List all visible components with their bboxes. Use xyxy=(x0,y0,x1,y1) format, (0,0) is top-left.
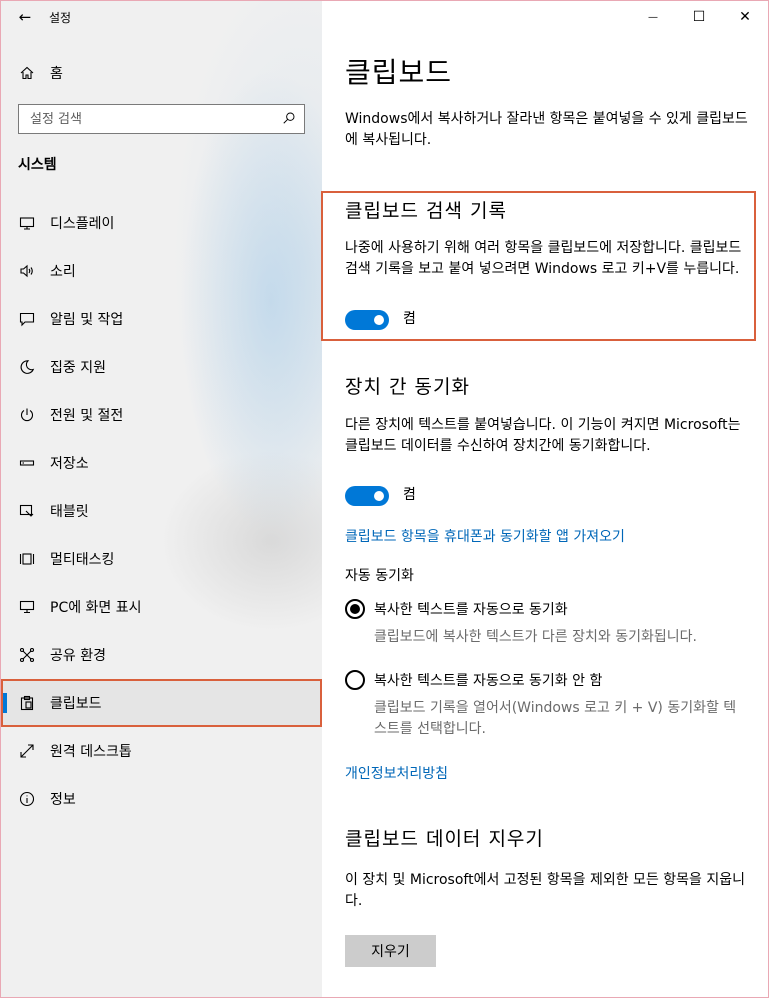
sidebar-item-shared[interactable]: 공유 환경 xyxy=(1,631,322,679)
sidebar-item-sound[interactable]: 소리 xyxy=(1,247,322,295)
sidebar-item-label: PC에 화면 표시 xyxy=(50,600,142,616)
sync-description: 다른 장치에 텍스트를 붙여넣습니다. 이 기능이 켜지면 Microsoft는… xyxy=(345,417,741,454)
sidebar-item-label: 저장소 xyxy=(50,456,89,472)
close-button[interactable]: ✕ xyxy=(722,1,768,33)
search-input[interactable] xyxy=(30,111,270,127)
sync-toggle-label: 켬 xyxy=(403,487,416,503)
close-icon: ✕ xyxy=(739,9,751,25)
sound-icon xyxy=(18,263,36,279)
history-heading: 클립보드 검색 기록 xyxy=(345,200,507,222)
info-icon xyxy=(18,791,36,807)
sidebar-item-label: 디스플레이 xyxy=(50,216,115,232)
title-bar: ← 설정 xyxy=(1,1,322,33)
sidebar-item-display[interactable]: 디스플레이 xyxy=(1,199,322,247)
search-box[interactable] xyxy=(18,104,305,134)
sync-toggle[interactable] xyxy=(345,485,389,506)
window-controls: — ☐ ✕ xyxy=(630,1,768,33)
clipboard-icon xyxy=(18,695,36,711)
window-title: 설정 xyxy=(49,10,72,25)
privacy-link[interactable]: 개인정보처리방침 xyxy=(345,763,448,783)
minimize-icon: — xyxy=(648,11,658,23)
sidebar-item-notifications[interactable]: 알림 및 작업 xyxy=(1,295,322,343)
sidebar-item-storage[interactable]: 저장소 xyxy=(1,439,322,487)
sidebar-item-home[interactable]: 홈 xyxy=(1,55,322,91)
auto-sync-on-radio[interactable] xyxy=(345,599,365,619)
auto-sync-off-option[interactable]: 복사한 텍스트를 자동으로 동기화 안 함 xyxy=(345,670,602,690)
storage-icon xyxy=(18,455,36,471)
shared-experience-icon xyxy=(18,647,36,663)
remote-desktop-icon xyxy=(18,743,36,759)
auto-sync-on-label: 복사한 텍스트를 자동으로 동기화 xyxy=(374,602,568,618)
sidebar-item-focus-assist[interactable]: 집중 지원 xyxy=(1,343,322,391)
notification-icon xyxy=(18,311,36,327)
back-button[interactable]: ← xyxy=(1,1,49,33)
sync-toggle-row: 켬 xyxy=(345,485,416,506)
sidebar-item-label: 소리 xyxy=(50,264,76,280)
get-phone-app-link[interactable]: 클립보드 항목을 휴대폰과 동기화할 앱 가져오기 xyxy=(345,526,625,546)
moon-icon xyxy=(18,359,36,375)
history-toggle[interactable] xyxy=(345,309,389,330)
auto-sync-off-label: 복사한 텍스트를 자동으로 동기화 안 함 xyxy=(374,673,603,689)
auto-sync-off-description: 클립보드 기록을 열어서(Windows 로고 키 + V) 동기화할 텍스트를… xyxy=(374,700,737,737)
auto-sync-label: 자동 동기화 xyxy=(345,568,414,584)
search-icon[interactable] xyxy=(282,110,296,129)
sidebar-item-label: 원격 데스크톱 xyxy=(50,744,132,760)
sidebar-item-remote-desktop[interactable]: 원격 데스크톱 xyxy=(1,727,322,775)
auto-sync-off-radio[interactable] xyxy=(345,670,365,690)
multitasking-icon xyxy=(18,551,36,567)
sidebar-item-label: 멀티태스킹 xyxy=(50,552,115,568)
sidebar-item-label: 태블릿 xyxy=(50,504,89,520)
intro-text: Windows에서 복사하거나 잘라낸 항목은 붙여넣을 수 있게 클립보드에 … xyxy=(345,111,748,148)
auto-sync-on-description: 클립보드에 복사한 텍스트가 다른 장치와 동기화됩니다. xyxy=(374,629,697,645)
maximize-icon: ☐ xyxy=(692,9,706,25)
sidebar: ← 설정 홈 시스템 디스플레이 xyxy=(1,1,322,997)
history-toggle-row: 켬 xyxy=(345,309,416,330)
sidebar-item-label: 공유 환경 xyxy=(50,648,106,664)
history-toggle-label: 켬 xyxy=(403,311,416,327)
sidebar-item-multitasking[interactable]: 멀티태스킹 xyxy=(1,535,322,583)
sidebar-nav: 디스플레이 소리 알림 및 작업 집중 지원 전원 및 절전 저장소 태블릿 멀… xyxy=(1,199,322,823)
sidebar-item-label: 집중 지원 xyxy=(50,360,106,376)
auto-sync-on-option[interactable]: 복사한 텍스트를 자동으로 동기화 xyxy=(345,599,568,619)
sidebar-item-label: 정보 xyxy=(50,792,76,808)
history-description: 나중에 사용하기 위해 여러 항목을 클립보드에 저장합니다. 클립보드 검색 … xyxy=(345,240,742,277)
tablet-icon xyxy=(18,503,36,519)
home-label: 홈 xyxy=(50,66,63,82)
sidebar-item-about[interactable]: 정보 xyxy=(1,775,322,823)
back-arrow-icon: ← xyxy=(18,8,32,26)
sidebar-item-label: 알림 및 작업 xyxy=(50,312,124,328)
power-icon xyxy=(18,407,36,423)
display-icon xyxy=(18,215,36,231)
sidebar-item-tablet[interactable]: 태블릿 xyxy=(1,487,322,535)
clear-button[interactable]: 지우기 xyxy=(345,935,436,967)
sidebar-item-label: 클립보드 xyxy=(50,696,102,712)
section-title: 시스템 xyxy=(18,157,57,173)
home-icon xyxy=(18,65,36,81)
sidebar-item-clipboard[interactable]: 클립보드 xyxy=(1,679,322,727)
clear-heading: 클립보드 데이터 지우기 xyxy=(345,828,544,850)
sidebar-item-power[interactable]: 전원 및 절전 xyxy=(1,391,322,439)
project-icon xyxy=(18,599,36,615)
page-title: 클립보드 xyxy=(345,56,453,89)
maximize-button[interactable]: ☐ xyxy=(676,1,722,33)
sync-heading: 장치 간 동기화 xyxy=(345,376,470,398)
settings-window: ← 설정 홈 시스템 디스플레이 xyxy=(0,0,769,998)
minimize-button[interactable]: — xyxy=(630,1,676,33)
sidebar-item-project[interactable]: PC에 화면 표시 xyxy=(1,583,322,631)
sidebar-item-label: 전원 및 절전 xyxy=(50,408,124,424)
clear-description: 이 장치 및 Microsoft에서 고정된 항목을 제외한 모든 항목을 지웁… xyxy=(345,872,746,909)
